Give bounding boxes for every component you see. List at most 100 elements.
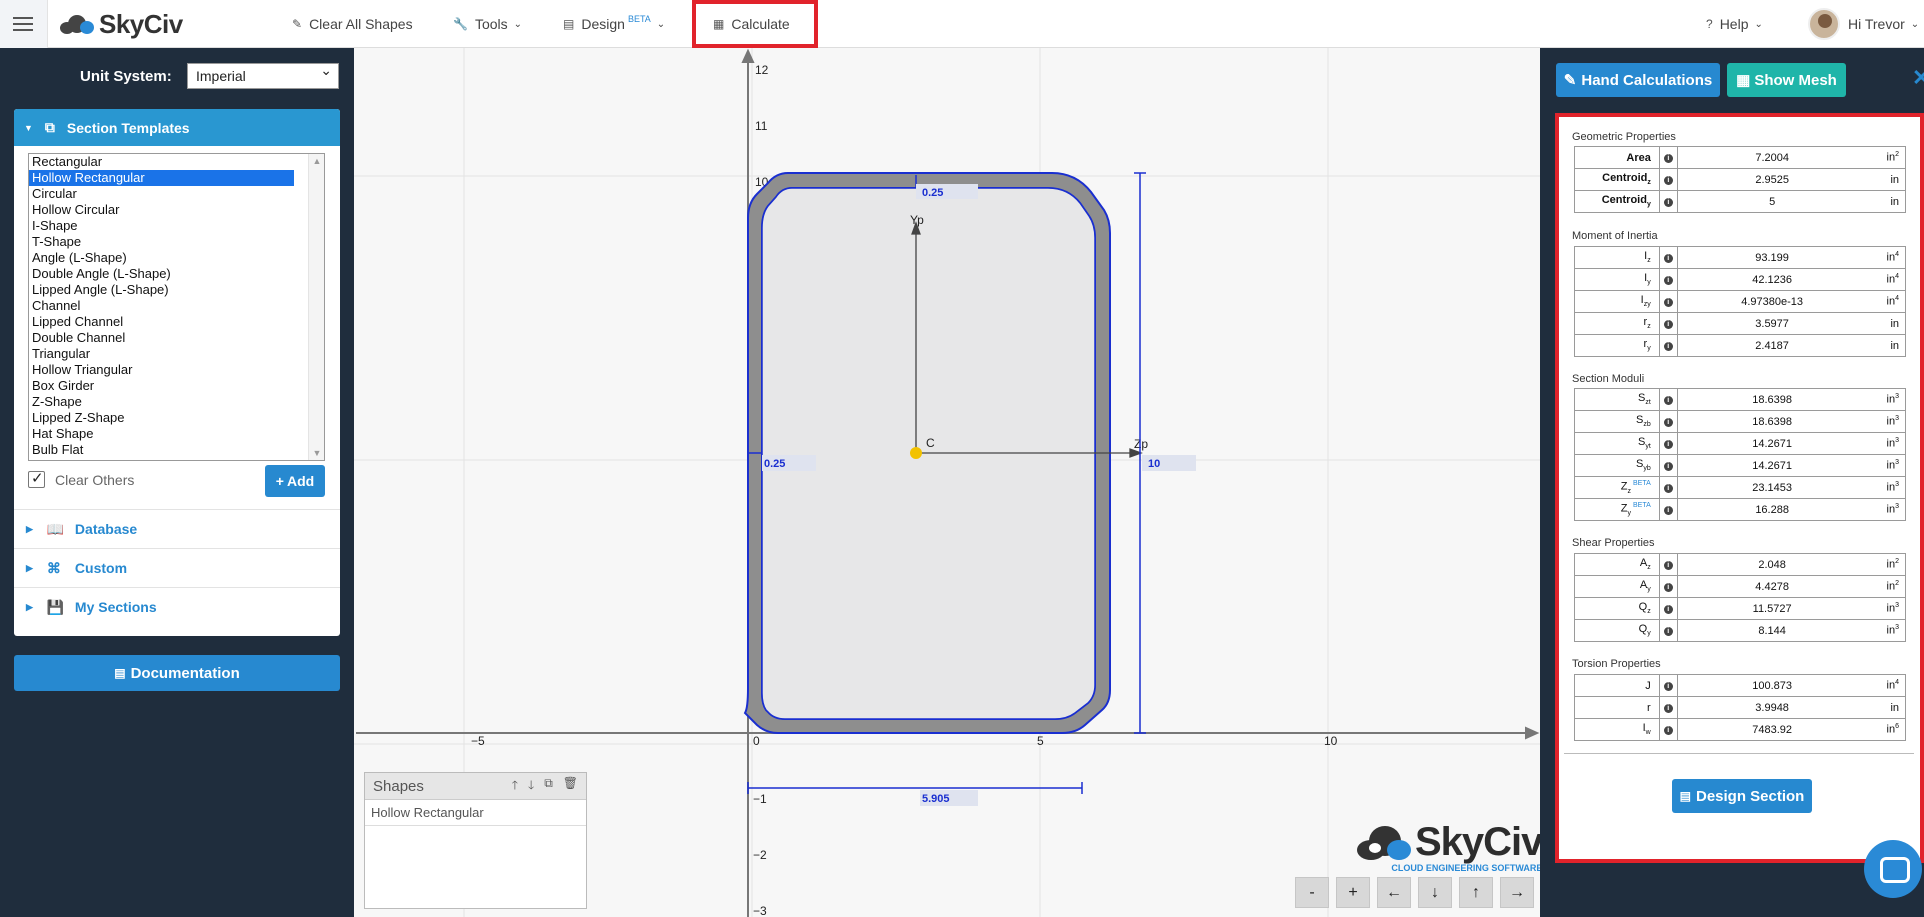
property-unit: in2 xyxy=(1866,146,1906,169)
help-label: Help xyxy=(1719,16,1749,32)
menu-icon[interactable] xyxy=(0,0,48,48)
document-icon: ▤ xyxy=(563,17,575,31)
template-list[interactable]: Rectangular Hollow Rectangular Circular Hol… xyxy=(28,153,325,461)
property-unit: in4 xyxy=(1866,290,1906,313)
info-icon[interactable]: i xyxy=(1659,334,1678,357)
template-list-item[interactable]: Lipped Channel xyxy=(29,314,324,330)
arrow-up-icon[interactable]: 🡑 xyxy=(512,776,518,797)
left-panel: Unit System: Imperial ▼ ⧉ Section Templa… xyxy=(0,48,354,917)
property-value: 7.2004 xyxy=(1677,146,1867,169)
unit-system-select[interactable]: Imperial xyxy=(187,62,339,89)
property-row: Centroidz i 2.9525 in xyxy=(1574,168,1906,191)
help-menu[interactable]: ? Help ⌄ xyxy=(1706,0,1763,48)
unit-base: in xyxy=(1890,317,1899,330)
info-icon[interactable]: i xyxy=(1659,312,1678,335)
scroll-up-icon[interactable]: ▲ xyxy=(309,156,324,166)
skyciv-watermark: SkyCiv CLOUD ENGINEERING SOFTWARE xyxy=(1355,820,1543,873)
info-icon[interactable]: i xyxy=(1659,190,1678,213)
pan-down-button[interactable]: ↓ xyxy=(1418,877,1452,908)
documentation-label: Documentation xyxy=(130,664,240,682)
user-menu[interactable]: Hi Trevor ⌄ xyxy=(1808,0,1919,48)
database-header[interactable]: ▶ 📖 Database xyxy=(14,509,340,548)
property-value: 14.2671 xyxy=(1677,454,1867,477)
info-icon[interactable]: i xyxy=(1659,674,1678,697)
scroll-down-icon[interactable]: ▼ xyxy=(309,448,324,458)
template-list-item[interactable]: Hollow Circular xyxy=(29,202,324,218)
chat-icon[interactable] xyxy=(1864,840,1922,898)
section-templates-label: Section Templates xyxy=(66,119,190,136)
info-icon[interactable]: i xyxy=(1659,575,1678,598)
template-list-item[interactable]: Double Angle (L-Shape) xyxy=(29,266,324,282)
template-list-item[interactable]: Box Girder xyxy=(29,378,324,394)
template-list-item[interactable]: Angle (L-Shape) xyxy=(29,250,324,266)
template-list-item[interactable]: Lipped Z-Shape xyxy=(29,410,324,426)
zoom-in-button[interactable]: + xyxy=(1336,877,1370,908)
property-symbol: Q xyxy=(1638,623,1648,636)
property-value: 3.5977 xyxy=(1677,312,1867,335)
documentation-button[interactable]: ▤ Documentation xyxy=(14,655,340,691)
tools-menu[interactable]: 🔧 Tools ⌄ xyxy=(453,0,522,48)
info-icon[interactable]: i xyxy=(1659,290,1678,313)
scrollbar[interactable]: ▲ ▼ xyxy=(308,154,324,460)
template-list-item[interactable]: Double Channel xyxy=(29,330,324,346)
template-list-item[interactable]: Bulb Flat xyxy=(29,442,324,458)
centroid-marker[interactable] xyxy=(910,447,922,459)
clear-others-label: Clear Others xyxy=(55,471,135,488)
zoom-out-button[interactable]: - xyxy=(1295,877,1329,908)
info-icon[interactable]: i xyxy=(1659,432,1678,455)
skyciv-logo[interactable]: SkyCiv xyxy=(60,9,183,39)
clear-all-shapes-button[interactable]: ✎ Clear All Shapes xyxy=(292,0,413,48)
template-list-item[interactable]: Hat Shape xyxy=(29,426,324,442)
section-templates-header[interactable]: ▼ ⧉ Section Templates xyxy=(14,109,340,146)
design-menu[interactable]: ▤ Design BETA ⌄ xyxy=(563,0,665,48)
template-list-item[interactable]: Channel xyxy=(29,298,324,314)
template-list-item[interactable]: Rectangular xyxy=(29,154,324,170)
hand-calculations-button[interactable]: ✎ Hand Calculations xyxy=(1556,63,1720,97)
template-list-item[interactable]: Circular xyxy=(29,186,324,202)
info-icon[interactable]: i xyxy=(1659,388,1678,411)
pan-up-button[interactable]: ↑ xyxy=(1459,877,1493,908)
template-list-item[interactable]: Hollow Rectangular xyxy=(29,170,294,186)
template-list-item[interactable]: Triangular xyxy=(29,346,324,362)
info-icon[interactable]: i xyxy=(1659,553,1678,576)
info-icon[interactable]: i xyxy=(1659,410,1678,433)
info-icon[interactable]: i xyxy=(1659,718,1678,741)
close-icon[interactable]: ✕ xyxy=(1912,65,1924,91)
clear-others-checkbox[interactable] xyxy=(28,469,45,488)
pan-left-button[interactable]: ← xyxy=(1377,877,1411,908)
template-list-item[interactable]: Lipped Angle (L-Shape) xyxy=(29,282,324,298)
template-list-item[interactable]: Z-Shape xyxy=(29,394,324,410)
pan-right-button[interactable]: → xyxy=(1500,877,1534,908)
zp-axis-label: Zp xyxy=(1134,437,1148,451)
info-icon[interactable]: i xyxy=(1659,268,1678,291)
property-subscript: z xyxy=(1647,257,1651,265)
design-section-button[interactable]: ▤ Design Section xyxy=(1672,779,1812,813)
trash-icon[interactable]: 🗑 xyxy=(563,776,578,797)
info-icon[interactable]: i xyxy=(1659,168,1678,191)
pencil-icon: ✎ xyxy=(1563,72,1577,89)
info-icon[interactable]: i xyxy=(1659,619,1678,642)
info-icon[interactable]: i xyxy=(1659,498,1678,521)
arrow-down-icon[interactable]: 🡓 xyxy=(528,776,534,797)
info-icon[interactable]: i xyxy=(1659,454,1678,477)
template-list-item[interactable]: I-Shape xyxy=(29,218,324,234)
info-icon[interactable]: i xyxy=(1659,696,1678,719)
my-sections-header[interactable]: ▶ 💾 My Sections xyxy=(14,587,340,626)
unit-base: in xyxy=(1886,503,1896,516)
info-icon[interactable]: i xyxy=(1659,146,1678,169)
torsion-table: Ji 100.873 in4 r i 3.9948 in Iw i 7483.92 in6 xyxy=(1574,674,1906,741)
shape-list-item[interactable]: Hollow Rectangular xyxy=(365,800,586,826)
x-tick-label: 0 xyxy=(753,734,760,748)
info-icon[interactable]: i xyxy=(1659,246,1678,269)
info-icon[interactable]: i xyxy=(1659,597,1678,620)
property-subscript: y xyxy=(1647,279,1651,287)
clear-others-row[interactable]: Clear Others xyxy=(28,469,135,488)
template-list-item[interactable]: T-Shape xyxy=(29,234,324,250)
copy-icon[interactable]: ⧉ xyxy=(544,776,553,797)
info-icon[interactable]: i xyxy=(1659,476,1678,499)
custom-header[interactable]: ▶ ⌘ Custom xyxy=(14,548,340,587)
template-list-item[interactable]: Hollow Triangular xyxy=(29,362,324,378)
show-mesh-button[interactable]: ▦ Show Mesh xyxy=(1727,63,1846,97)
add-button[interactable]: + Add xyxy=(265,465,325,497)
property-value: 14.2671 xyxy=(1677,432,1867,455)
